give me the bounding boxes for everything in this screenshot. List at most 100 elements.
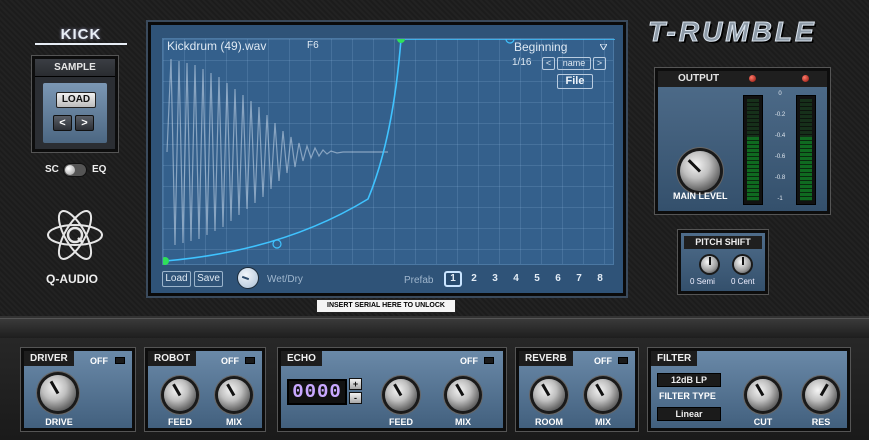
robot-title: ROBOT [148,351,197,366]
reverb-room-label: ROOM [535,417,563,427]
kick-title: KICK [35,26,127,45]
clip-led-right [802,75,809,82]
drive-label: DRIVE [45,417,73,427]
clip-led-left [749,75,756,82]
robot-mix-knob[interactable] [218,379,250,411]
nav-next-button[interactable]: > [593,57,606,70]
sc-eq-toggle[interactable] [63,163,87,177]
previous-sample-button[interactable]: < [53,115,72,131]
main-level-label: MAIN LEVEL [673,191,728,201]
waveform-trace [166,58,388,246]
output-meter-left [743,95,763,205]
sample-controls: LOAD < > [43,83,107,143]
preset-menu-icon[interactable] [600,44,607,50]
sample-file-name: Kickdrum (49).wav [167,39,267,53]
robot-toggle[interactable] [245,357,255,364]
meter-left-unlit [747,99,759,139]
prefab-label: Prefab [404,275,434,286]
wet-dry-label: Wet/Dry [267,274,303,285]
prefab-button-4[interactable]: 4 [507,271,525,287]
reverb-toggle[interactable] [618,357,628,364]
filter-section: FILTER 12dB LP FILTER TYPE Linear CUT RE… [648,348,850,431]
meter-scale-label: 0 [778,91,782,97]
meter-right-level [800,137,812,201]
robot-off-label: OFF [221,356,239,366]
semi-label: 0 Semi [690,277,715,286]
nav-name-button[interactable]: name [557,57,591,70]
echo-time-down-button[interactable]: - [349,392,362,404]
driver-section: DRIVER OFF DRIVE [21,348,135,431]
echo-section: ECHO OFF 0000 + - FEED MIX [278,348,506,431]
sample-section: SAMPLE LOAD < > [32,56,118,152]
meter-scale-label: -0.6 [774,154,786,160]
reverb-section: REVERB OFF ROOM MIX [516,348,638,431]
meter-scale-label: -1 [777,196,783,202]
wet-dry-knob[interactable] [237,267,259,289]
echo-time-display[interactable]: 0000 [287,379,347,405]
sc-label: SC [45,164,59,175]
echo-off-label: OFF [460,356,478,366]
driver-title: DRIVER [24,351,74,366]
note-label: F6 [307,40,319,51]
echo-feed-label: FEED [388,417,413,427]
driver-toggle[interactable] [115,357,125,364]
reverb-room-knob[interactable] [533,379,565,411]
echo-time-up-button[interactable]: + [349,378,362,390]
prefab-button-8[interactable]: 8 [591,271,609,287]
echo-toggle[interactable] [484,357,494,364]
step-division: 1/16 [512,57,532,68]
file-button[interactable]: File [557,74,593,89]
filter-res-knob[interactable] [805,379,837,411]
echo-mix-label: MIX [454,417,471,427]
panel-divider [0,318,869,338]
echo-title: ECHO [281,351,322,366]
meter-scale-label: -0.2 [774,112,786,118]
envelope-graph[interactable] [163,39,615,266]
reverb-mix-label: MIX [594,417,611,427]
echo-feed-knob[interactable] [385,379,417,411]
envelope-node-start[interactable] [163,257,169,265]
reverb-mix-knob[interactable] [587,379,619,411]
prefab-button-6[interactable]: 6 [549,271,567,287]
main-level-knob[interactable] [680,151,720,191]
sample-header: SAMPLE [35,59,115,77]
meter-scale-label: -0.4 [774,133,786,139]
filter-type-label: FILTER TYPE [659,391,716,401]
logo-text: Q-AUDIO [46,272,98,286]
waveform-display: Kickdrum (49).wav F6 Beginning 1/16 < na… [148,22,626,296]
cent-knob[interactable] [734,256,751,273]
filter-type-select[interactable]: Linear [657,407,721,421]
nav-prev-button[interactable]: < [542,57,555,70]
filter-res-label: RES [811,417,831,427]
envelope-node-peak[interactable] [397,39,405,43]
drive-knob[interactable] [40,375,76,411]
echo-mix-knob[interactable] [447,379,479,411]
load-sample-button[interactable]: LOAD [56,92,96,108]
output-meter-right [796,95,816,205]
preset-load-button[interactable]: Load [162,271,191,287]
envelope-editor[interactable] [162,38,615,266]
envelope-handle-curve[interactable] [272,239,282,249]
semi-knob[interactable] [701,256,718,273]
pitch-shift-header: PITCH SHIFT [684,236,762,249]
filter-title: FILTER [651,351,698,366]
prefab-button-2[interactable]: 2 [465,271,483,287]
output-section: OUTPUT MAIN LEVEL 0 -0.2 -0.4 -0.6 -0.8 -1 [655,68,830,214]
robot-feed-knob[interactable] [164,379,196,411]
preset-name[interactable]: Beginning [514,40,567,54]
prefab-button-3[interactable]: 3 [486,271,504,287]
reverb-off-label: OFF [594,356,612,366]
next-sample-button[interactable]: > [75,115,94,131]
robot-feed-label: FEED [167,417,192,427]
filter-cut-label: CUT [753,417,773,427]
preset-save-button[interactable]: Save [194,271,223,287]
prefab-button-1[interactable]: 1 [444,271,462,287]
filter-cut-knob[interactable] [747,379,779,411]
prefab-button-7[interactable]: 7 [570,271,588,287]
serial-unlock-notice[interactable]: INSERT SERIAL HERE TO UNLOCK [316,299,456,313]
q-audio-logo-icon [47,210,103,260]
prefab-button-5[interactable]: 5 [528,271,546,287]
eq-label: EQ [92,164,107,175]
driver-off-label: OFF [90,356,108,366]
filter-mode-select[interactable]: 12dB LP [657,373,721,387]
